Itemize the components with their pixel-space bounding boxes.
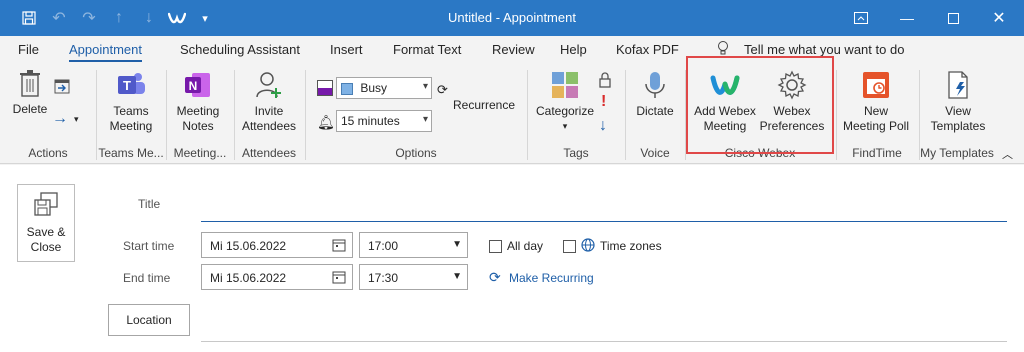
delete-button[interactable]: Delete — [10, 70, 50, 117]
tab-file[interactable]: File — [18, 42, 39, 57]
svg-text:T: T — [123, 78, 131, 93]
ribbon-display-icon[interactable] — [838, 0, 884, 36]
meeting-notes-label: Meeting Notes — [176, 104, 220, 133]
recurrence-button[interactable]: Recurrence — [453, 98, 515, 112]
show-as-value: Busy — [360, 81, 388, 95]
title-label: Title — [138, 197, 161, 211]
view-templates-button[interactable]: View Templates — [922, 70, 994, 134]
chevron-down-icon: ▼ — [452, 271, 462, 282]
tell-me-search[interactable]: Tell me what you want to do — [744, 42, 904, 57]
new-meeting-poll-button[interactable]: New Meeting Poll — [838, 70, 914, 134]
time-zones-label: Time zones — [600, 239, 662, 253]
appointment-form: Save & Close Title Start time Mi 15.06.2… — [0, 165, 1024, 352]
high-importance-icon[interactable]: ! — [601, 93, 606, 111]
lock-icon[interactable] — [599, 72, 611, 91]
minimize-icon[interactable]: — — [884, 0, 930, 36]
ribbon: Delete → ▾ Actions T Teams Meeting Teams… — [0, 56, 1024, 164]
group-label-options: Options — [395, 146, 437, 160]
collapse-ribbon-icon[interactable]: ︿ — [1002, 146, 1013, 162]
group-label-attendees: Attendees — [241, 146, 297, 160]
reminder-dropdown[interactable]: 15 minutes ▾ — [336, 110, 432, 132]
start-date-value: Mi 15.06.2022 — [210, 239, 287, 253]
teams-meeting-button[interactable]: T Teams Meeting — [100, 70, 162, 134]
busy-swatch-icon — [341, 82, 353, 95]
tab-scheduling-assistant[interactable]: Scheduling Assistant — [180, 42, 300, 57]
show-as-icon — [317, 80, 333, 99]
end-time-value: 17:30 — [368, 271, 399, 285]
start-time-label: Start time — [123, 239, 175, 253]
title-input[interactable] — [201, 221, 1007, 222]
start-time-value: 17:00 — [368, 239, 399, 253]
group-label-meeting-notes: Meeting... — [173, 146, 227, 160]
svg-text:N: N — [189, 79, 198, 93]
group-label-voice: Voice — [640, 146, 670, 160]
location-input[interactable] — [201, 341, 1007, 342]
calendar-icon[interactable] — [332, 270, 346, 284]
group-label-actions: Actions — [28, 146, 68, 160]
webex-highlight-box — [686, 56, 834, 154]
end-date-value: Mi 15.06.2022 — [210, 271, 287, 285]
chevron-down-icon: ▾ — [562, 121, 568, 131]
end-time-label: End time — [123, 271, 171, 285]
close-icon[interactable]: ✕ — [976, 0, 1022, 36]
new-meeting-poll-label: New Meeting Poll — [842, 104, 910, 133]
dictate-button[interactable]: Dictate — [630, 70, 680, 119]
make-recurring-icon[interactable]: ⟳ — [489, 269, 501, 286]
chevron-down-icon: ▾ — [422, 81, 428, 92]
maximize-icon[interactable] — [930, 0, 976, 36]
tab-appointment[interactable]: Appointment — [69, 42, 142, 62]
end-time-field[interactable]: 17:30 ▼ — [359, 264, 468, 290]
forward-icon[interactable]: → — [52, 110, 68, 128]
calendar-forward-icon[interactable] — [54, 78, 70, 97]
tab-format-text[interactable]: Format Text — [393, 42, 461, 57]
group-label-tags: Tags — [563, 146, 589, 160]
start-time-field[interactable]: 17:00 ▼ — [359, 232, 468, 258]
group-label-templates: My Templates — [920, 146, 994, 160]
categorize-label: Categorize — [535, 104, 595, 118]
recurrence-icon[interactable]: ⟳ — [437, 82, 448, 98]
group-label-teams: Teams Me... — [98, 146, 164, 160]
dictate-label: Dictate — [636, 104, 674, 118]
delete-label: Delete — [12, 102, 48, 116]
meeting-notes-button[interactable]: N Meeting Notes — [170, 70, 226, 134]
all-day-label: All day — [507, 239, 544, 253]
location-button[interactable]: Location — [108, 304, 190, 336]
tab-review[interactable]: Review — [492, 42, 535, 57]
save-close-button[interactable]: Save & Close — [17, 184, 75, 262]
ribbon-tabs: File Appointment Scheduling Assistant In… — [0, 36, 1024, 64]
bell-icon: 🔔︎ — [317, 114, 335, 130]
save-close-icon — [34, 192, 58, 216]
start-date-field[interactable]: Mi 15.06.2022 — [201, 232, 353, 258]
chevron-down-icon: ▼ — [452, 239, 462, 250]
tab-help[interactable]: Help — [560, 42, 587, 57]
make-recurring-link[interactable]: Make Recurring — [509, 271, 594, 285]
chevron-down-icon: ▾ — [422, 114, 428, 125]
low-importance-icon[interactable]: ↓ — [599, 117, 607, 135]
save-close-label: Save & Close — [26, 225, 66, 254]
title-bar: ↶ ↷ ↑ ↓ ▾ Untitled - Appointment — ✕ — [0, 0, 1024, 36]
show-as-dropdown[interactable]: Busy ▾ — [336, 77, 432, 99]
globe-icon — [581, 238, 595, 255]
group-label-findtime: FindTime — [852, 146, 902, 160]
invite-attendees-button[interactable]: Invite Attendees — [238, 70, 300, 134]
tab-insert[interactable]: Insert — [330, 42, 363, 57]
categorize-button[interactable]: Categorize ▾ — [534, 70, 596, 134]
tab-kofax-pdf[interactable]: Kofax PDF — [616, 42, 679, 57]
end-date-field[interactable]: Mi 15.06.2022 — [201, 264, 353, 290]
forward-dropdown-icon[interactable]: ▾ — [74, 114, 79, 125]
reminder-value: 15 minutes — [341, 114, 400, 128]
all-day-checkbox[interactable] — [489, 240, 502, 253]
teams-meeting-label: Teams Meeting — [109, 104, 153, 133]
invite-attendees-label: Invite Attendees — [241, 104, 297, 133]
calendar-icon[interactable] — [332, 238, 346, 252]
view-templates-label: View Templates — [930, 104, 986, 133]
time-zones-checkbox[interactable] — [563, 240, 576, 253]
